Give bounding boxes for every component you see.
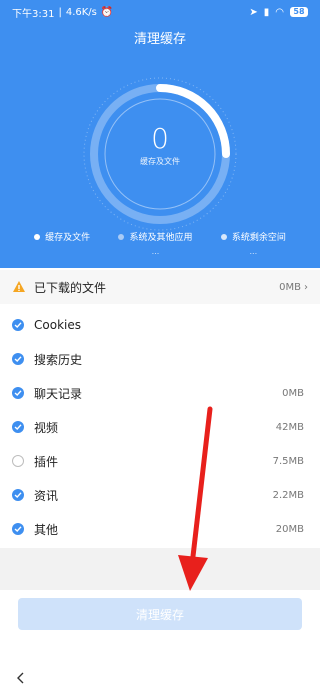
checkbox-checked-icon[interactable] xyxy=(12,387,24,399)
list-item-cookies[interactable]: Cookies xyxy=(0,308,320,342)
legend-label: 缓存及文件 xyxy=(45,233,91,243)
back-icon[interactable] xyxy=(14,671,28,685)
alarm-icon: ⏰ xyxy=(100,6,114,18)
legend-label: 系统剩余空间 xyxy=(231,233,286,243)
battery-icon: 58 xyxy=(290,7,308,17)
status-time: 下午3:31 xyxy=(12,8,55,20)
list-item-other[interactable]: 其他 20MB xyxy=(0,512,320,546)
cache-size-label: 缓存及文件 xyxy=(140,157,180,166)
storage-legend: 缓存及文件 系统及其他应用 ... 系统剩余空间 ... xyxy=(0,230,320,256)
checkbox-checked-icon[interactable] xyxy=(12,489,24,501)
legend-system-apps: 系统及其他应用 ... xyxy=(118,230,193,256)
legend-value: ... xyxy=(249,247,258,256)
warning-icon xyxy=(13,281,25,292)
list-item-video[interactable]: 视频 42MB xyxy=(0,410,320,444)
spacer xyxy=(0,548,320,590)
legend-dot xyxy=(34,233,41,240)
list-item-label: 搜索历史 xyxy=(34,352,83,367)
chevron-right-icon: › xyxy=(304,281,308,293)
legend-dot xyxy=(118,233,125,240)
legend-dot xyxy=(220,233,227,240)
list-item-label: 聊天记录 xyxy=(34,386,83,401)
legend-label: 系统及其他应用 xyxy=(129,233,193,243)
list-item-chat-history[interactable]: 聊天记录 0MB xyxy=(0,376,320,410)
checkbox-checked-icon[interactable] xyxy=(12,523,24,535)
list-item-size: 7.5MB xyxy=(272,455,304,467)
clear-cache-button[interactable]: 清理缓存 xyxy=(18,598,302,630)
list-item-label: Cookies xyxy=(34,318,81,332)
legend-cache: 缓存及文件 xyxy=(34,230,90,256)
list-item-label: 其他 xyxy=(34,522,59,537)
list-item-label: 视频 xyxy=(34,420,59,435)
legend-free-space: 系统剩余空间 ... xyxy=(220,230,286,256)
downloaded-files-label: 已下载的文件 xyxy=(34,280,107,295)
list-item-size: 0MB xyxy=(282,387,304,399)
checkbox-checked-icon[interactable] xyxy=(12,421,24,433)
bottom-nav xyxy=(0,662,320,693)
page-title: 清理缓存 xyxy=(133,32,186,47)
list-item-size: 2.2MB xyxy=(272,489,304,501)
list-item-size: 42MB xyxy=(275,421,304,433)
checkbox-unchecked-icon[interactable] xyxy=(12,455,24,467)
cache-size-value: 0 xyxy=(151,122,169,155)
status-speed: 4.6K/s xyxy=(65,6,97,18)
list-item-search-history[interactable]: 搜索历史 xyxy=(0,342,320,376)
storage-ring: 0 缓存及文件 xyxy=(80,74,240,234)
list-item-plugins[interactable]: 插件 7.5MB xyxy=(0,444,320,478)
list-item-news[interactable]: 资讯 2.2MB xyxy=(0,478,320,512)
list-item-label: 资讯 xyxy=(34,488,59,503)
checkbox-checked-icon[interactable] xyxy=(12,353,24,365)
legend-value: ... xyxy=(151,247,160,256)
downloaded-files-size: 0MB xyxy=(279,281,301,293)
red-arrow-annotation xyxy=(178,406,213,591)
checkbox-checked-icon[interactable] xyxy=(12,319,24,331)
signal-icon: ▮ xyxy=(263,6,270,18)
wifi-icon: ◠ xyxy=(275,6,284,18)
location-icon: ➤ xyxy=(249,6,258,18)
list-item-label: 插件 xyxy=(34,454,59,469)
list-item-size: 20MB xyxy=(275,523,304,535)
cache-item-list: Cookies 搜索历史 聊天记录 0MB 视频 42MB 插件 7.5MB 资… xyxy=(0,308,320,546)
status-bar: 下午3:31 | 4.6K/s ⏰ ➤ ▮ ◠ 58 xyxy=(0,0,320,24)
downloaded-files-row[interactable]: 已下载的文件 0MB › xyxy=(0,270,320,304)
header: 下午3:31 | 4.6K/s ⏰ ➤ ▮ ◠ 58 清理缓存 0 缓存及文件 … xyxy=(0,0,320,268)
